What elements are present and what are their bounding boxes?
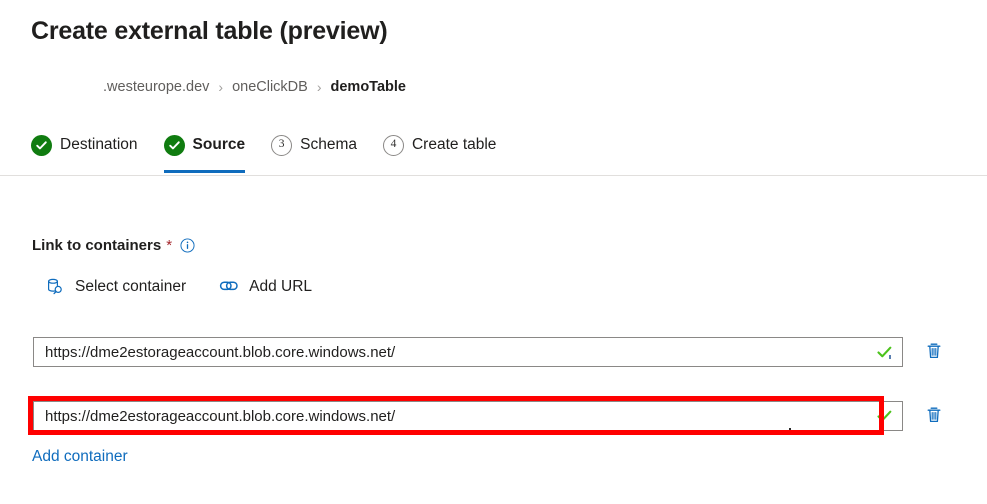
wizard-step-label: Schema xyxy=(300,136,357,153)
link-to-containers-label-row: Link to containers * xyxy=(32,237,195,254)
wizard-step-schema[interactable]: 3 Schema xyxy=(271,128,357,162)
number-circle-icon: 3 xyxy=(271,134,293,156)
container-row xyxy=(33,401,947,431)
breadcrumb-item-workspace[interactable]: .westeurope.dev xyxy=(103,79,209,95)
field-label: Link to containers xyxy=(32,237,162,254)
redaction-mark xyxy=(789,428,791,430)
select-container-button[interactable]: Select container xyxy=(44,276,186,298)
add-url-button[interactable]: Add URL xyxy=(218,276,312,298)
active-step-indicator xyxy=(163,170,246,173)
wizard-step-destination[interactable]: Destination xyxy=(31,128,138,162)
container-row xyxy=(33,337,947,367)
container-url-input[interactable] xyxy=(34,338,902,366)
required-asterisk: * xyxy=(166,237,173,254)
green-check-icon xyxy=(876,408,893,425)
container-command-bar: Select container Add URL xyxy=(44,276,344,298)
green-check-icon xyxy=(876,344,893,361)
link-icon xyxy=(218,276,240,298)
wizard-step-create-table[interactable]: 4 Create table xyxy=(382,128,497,162)
add-url-label: Add URL xyxy=(249,278,313,295)
number-circle-icon: 4 xyxy=(382,134,404,156)
add-container-link[interactable]: Add container xyxy=(32,448,128,466)
wizard-step-label: Source xyxy=(192,136,246,153)
container-url-field[interactable] xyxy=(33,401,903,431)
trash-icon xyxy=(924,405,944,428)
breadcrumb-separator-icon: › xyxy=(218,79,224,95)
database-search-icon xyxy=(44,276,66,298)
breadcrumb-item-table[interactable]: demoTable xyxy=(331,79,406,95)
check-circle-icon xyxy=(31,134,52,156)
delete-container-button[interactable] xyxy=(921,339,947,365)
check-circle-icon xyxy=(163,134,185,156)
select-container-label: Select container xyxy=(75,278,187,295)
trash-icon xyxy=(924,341,944,364)
header-divider xyxy=(0,175,987,176)
breadcrumb: .westeurope.dev › oneClickDB › demoTable xyxy=(103,79,406,95)
wizard-step-label: Destination xyxy=(60,136,138,153)
breadcrumb-separator-icon: › xyxy=(316,79,322,95)
wizard-steps: Destination Source 3 Schema 4 Create tab… xyxy=(31,128,497,173)
wizard-step-source[interactable]: Source xyxy=(163,128,246,173)
container-url-field[interactable] xyxy=(33,337,903,367)
container-url-input[interactable] xyxy=(34,402,902,430)
breadcrumb-item-database[interactable]: oneClickDB xyxy=(232,79,308,95)
delete-container-button[interactable] xyxy=(921,403,947,429)
info-icon[interactable] xyxy=(180,238,195,253)
wizard-step-label: Create table xyxy=(411,136,497,153)
page-title: Create external table (preview) xyxy=(31,17,388,45)
